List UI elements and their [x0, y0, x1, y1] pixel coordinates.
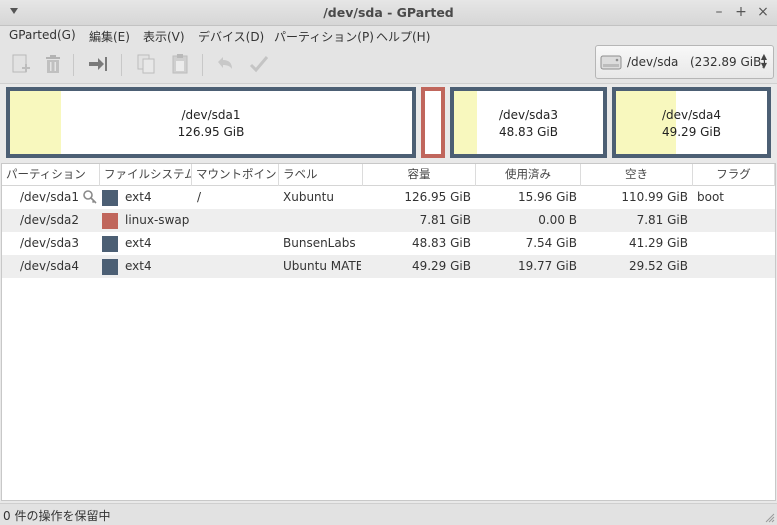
menu-view[interactable]: 表示(V)	[143, 28, 185, 45]
table-row[interactable]: /dev/sda3 ext4 BunsenLabs 48.83 GiB 7.54 GiB…	[2, 232, 775, 255]
menu-bar: GParted(G) 編集(E) 表示(V) デバイス(D) パーティション(P…	[0, 26, 777, 46]
toolbar-separator	[121, 54, 122, 76]
cell-mount: /	[197, 190, 202, 204]
column-header-mountpoint[interactable]: マウントポイント	[192, 164, 279, 186]
menu-gparted[interactable]: GParted(G)	[9, 28, 76, 42]
partition-size: 126.95 GiB	[177, 125, 245, 139]
cell-used: 0.00 B	[538, 213, 577, 227]
cell-flags: boot	[697, 190, 725, 204]
maximize-icon[interactable]: +	[733, 4, 749, 20]
toolbar-separator	[73, 54, 74, 76]
menu-edit[interactable]: 編集(E)	[89, 28, 130, 45]
used-space-fill	[10, 91, 61, 154]
cell-size: 7.81 GiB	[419, 213, 471, 227]
partition-name: /dev/sda1	[181, 108, 241, 122]
status-bar: 0 件の操作を保留中	[0, 503, 777, 525]
cell-free: 110.99 GiB	[621, 190, 688, 204]
cell-fs: ext4	[125, 236, 152, 250]
cell-used: 15.96 GiB	[517, 190, 577, 204]
filesystem-color-swatch	[102, 213, 118, 229]
cell-flags	[697, 232, 773, 255]
cell-mount	[197, 232, 277, 255]
cell-partition: /dev/sda1	[20, 190, 80, 204]
menu-device[interactable]: デバイス(D)	[198, 28, 264, 45]
diskmap-partition-sda2[interactable]	[421, 87, 445, 158]
window-title: /dev/sda - GParted	[323, 5, 454, 20]
status-text: 0 件の操作を保留中	[3, 509, 111, 523]
filesystem-color-swatch	[102, 236, 118, 252]
cell-partition: /dev/sda4	[20, 259, 80, 273]
title-bar: /dev/sda - GParted – + ×	[0, 0, 777, 26]
cell-size: 48.83 GiB	[411, 236, 471, 250]
filesystem-color-swatch	[102, 259, 118, 275]
used-space-fill	[454, 91, 477, 154]
device-size: (232.89 GiB)	[690, 55, 767, 69]
harddisk-icon	[600, 51, 622, 73]
diskmap-partition-sda1[interactable]: /dev/sda1 126.95 GiB	[6, 87, 416, 158]
cell-label: BunsenLabs	[283, 236, 356, 250]
diskmap-partition-sda4[interactable]: /dev/sda4 49.29 GiB	[612, 87, 771, 158]
cell-free: 7.81 GiB	[636, 213, 688, 227]
undo-icon[interactable]	[213, 52, 237, 76]
cell-used: 19.77 GiB	[517, 259, 577, 273]
minimize-icon[interactable]: –	[711, 4, 727, 20]
cell-size: 126.95 GiB	[404, 190, 471, 204]
column-header-flags[interactable]: フラグ	[693, 164, 775, 186]
table-header: パーティション ファイルシステム マウントポイント ラベル 容量 使用済み 空き…	[2, 164, 775, 186]
cell-label: Xubuntu	[283, 190, 334, 204]
cell-partition: /dev/sda2	[20, 213, 80, 227]
spin-arrows-icon: ▲ ▼	[760, 52, 767, 70]
device-selector[interactable]: /dev/sda (232.89 GiB) ▲ ▼	[595, 45, 774, 79]
new-partition-icon[interactable]	[9, 52, 33, 76]
close-icon[interactable]: ×	[755, 4, 771, 20]
column-header-used[interactable]: 使用済み	[476, 164, 581, 186]
cell-flags	[697, 209, 773, 232]
cell-fs: ext4	[125, 259, 152, 273]
resize-icon[interactable]	[86, 52, 110, 76]
disk-map: /dev/sda1 126.95 GiB /dev/sda3 48.83 GiB…	[0, 84, 777, 162]
cell-partition: /dev/sda3	[20, 236, 80, 250]
table-row[interactable]: /dev/sda1 ext4 / Xubuntu 126.95 GiB 15.96 GiB…	[2, 186, 775, 209]
table-row[interactable]: /dev/sda4 ext4 Ubuntu MATE 49.29 GiB 19.77 G…	[2, 255, 775, 278]
partition-size: 48.83 GiB	[498, 125, 559, 139]
menu-help[interactable]: ヘルプ(H)	[376, 28, 430, 45]
device-name: /dev/sda	[627, 55, 679, 69]
key-icon	[83, 190, 97, 204]
column-header-size[interactable]: 容量	[363, 164, 476, 186]
used-space-fill	[616, 91, 677, 154]
delete-icon[interactable]	[41, 52, 65, 76]
partition-name: /dev/sda4	[661, 108, 722, 122]
table-row[interactable]: /dev/sda2 linux-swap 7.81 GiB 0.00 B 7.81 Gi…	[2, 209, 775, 232]
column-header-filesystem[interactable]: ファイルシステム	[100, 164, 192, 186]
paste-icon[interactable]	[168, 52, 192, 76]
diskmap-partition-sda3[interactable]: /dev/sda3 48.83 GiB	[450, 87, 607, 158]
column-header-free[interactable]: 空き	[581, 164, 693, 186]
column-header-partition[interactable]: パーティション	[2, 164, 100, 186]
toolbar-separator	[202, 54, 203, 76]
cell-label: Ubuntu MATE	[283, 259, 361, 273]
cell-used: 7.54 GiB	[525, 236, 577, 250]
filesystem-color-swatch	[102, 190, 118, 206]
cell-label	[283, 209, 361, 232]
cell-mount	[197, 255, 277, 278]
apply-icon[interactable]	[247, 52, 271, 76]
cell-free: 41.29 GiB	[628, 236, 688, 250]
cell-fs: ext4	[125, 190, 152, 204]
partition-size: 49.29 GiB	[661, 125, 722, 139]
partition-table: パーティション ファイルシステム マウントポイント ラベル 容量 使用済み 空き…	[1, 163, 776, 501]
resize-grip-icon[interactable]	[765, 513, 775, 523]
cell-flags	[697, 255, 773, 278]
cell-size: 49.29 GiB	[411, 259, 471, 273]
cell-fs: linux-swap	[125, 213, 190, 227]
cell-mount	[197, 209, 277, 232]
cell-free: 29.52 GiB	[628, 259, 688, 273]
copy-icon[interactable]	[134, 52, 158, 76]
column-header-label[interactable]: ラベル	[279, 164, 363, 186]
menu-partition[interactable]: パーティション(P)	[274, 28, 374, 45]
partition-name: /dev/sda3	[498, 108, 559, 122]
